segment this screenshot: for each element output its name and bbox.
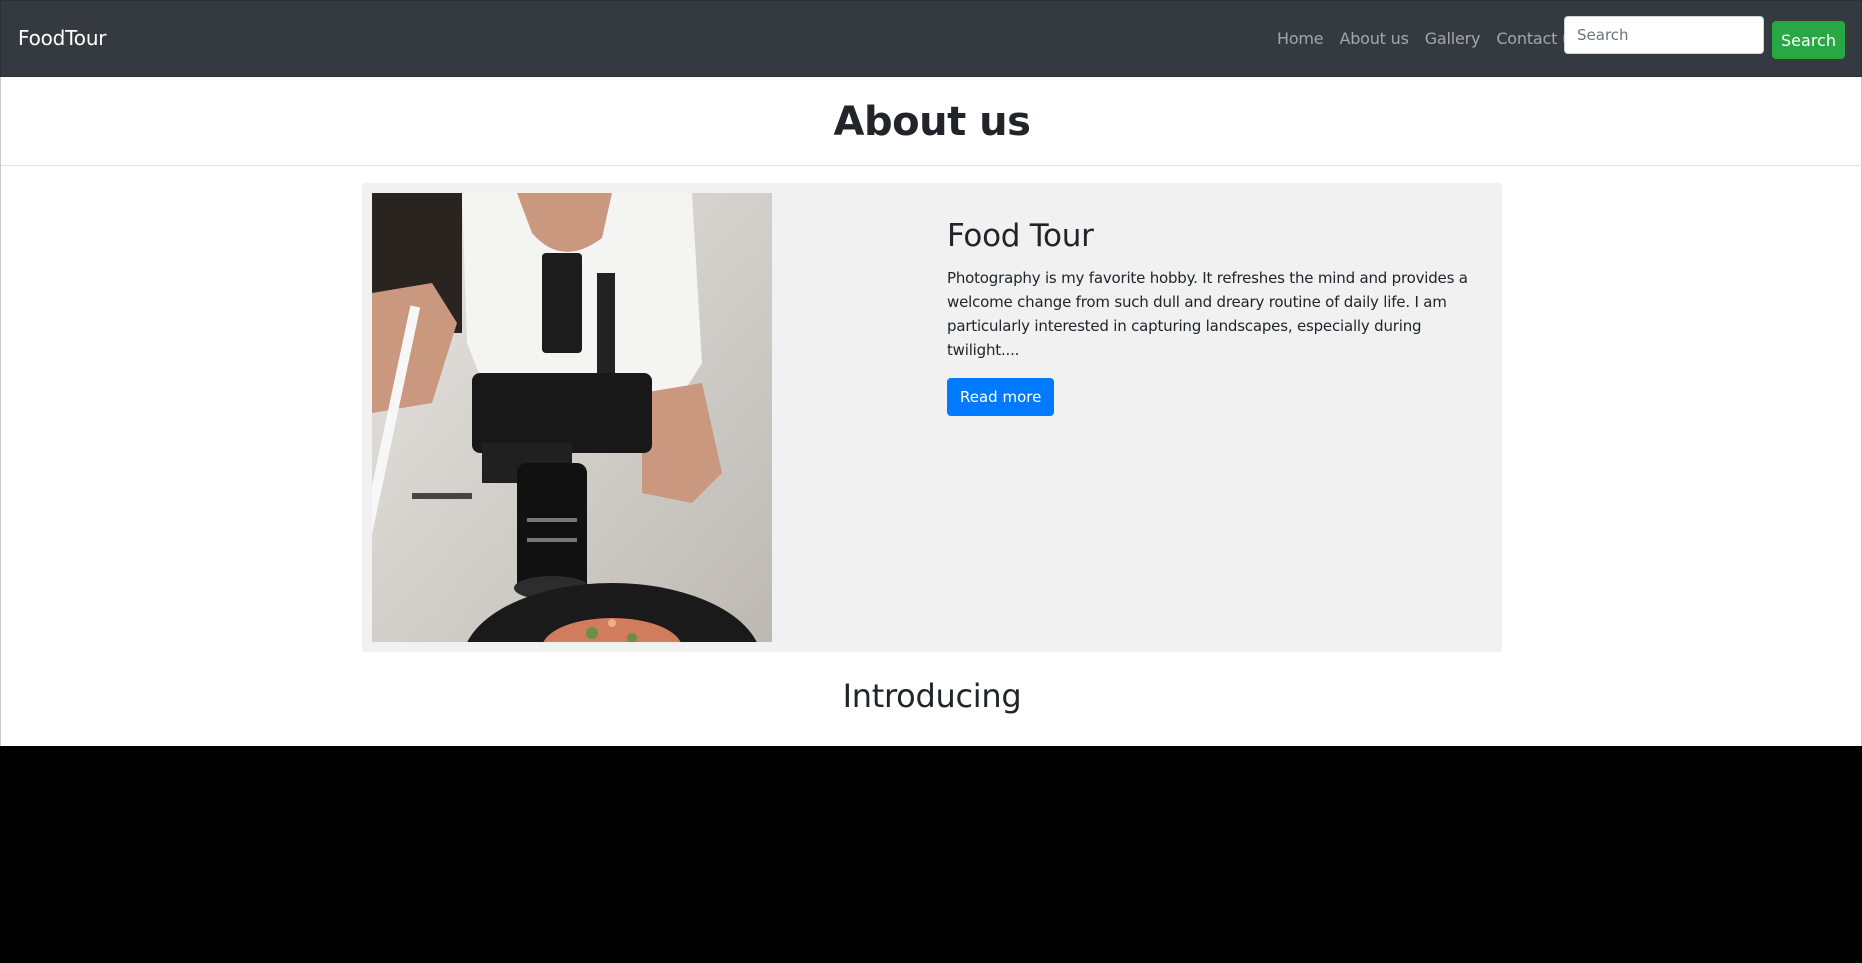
main-content: About us Food Tour Photography is my fav… [0,77,1862,746]
card-text: Photography is my favorite hobby. It ref… [947,269,1468,359]
nav-links: Home About us Gallery Contact us [1277,29,1596,48]
page-title: About us [833,99,1031,145]
nav-link-gallery[interactable]: Gallery [1425,29,1481,48]
card-body: Food Tour Photography is my favorite hob… [947,218,1477,416]
about-card: Food Tour Photography is my favorite hob… [362,183,1502,652]
navbar: FoodTour Home About us Gallery Contact u… [0,0,1862,77]
card-title: Food Tour [947,218,1094,254]
search-input[interactable] [1564,16,1764,54]
search-button[interactable]: Search [1772,21,1845,59]
page: FoodTour Home About us Gallery Contact u… [0,0,1862,963]
photographer-camera-image [372,193,772,642]
read-more-button[interactable]: Read more [947,378,1055,416]
section-title-introducing: Introducing [842,677,1022,715]
nav-link-about[interactable]: About us [1339,29,1408,48]
brand-logo[interactable]: FoodTour [18,26,107,50]
black-section [0,746,1862,963]
nav-link-home[interactable]: Home [1277,29,1324,48]
title-divider [1,165,1862,166]
